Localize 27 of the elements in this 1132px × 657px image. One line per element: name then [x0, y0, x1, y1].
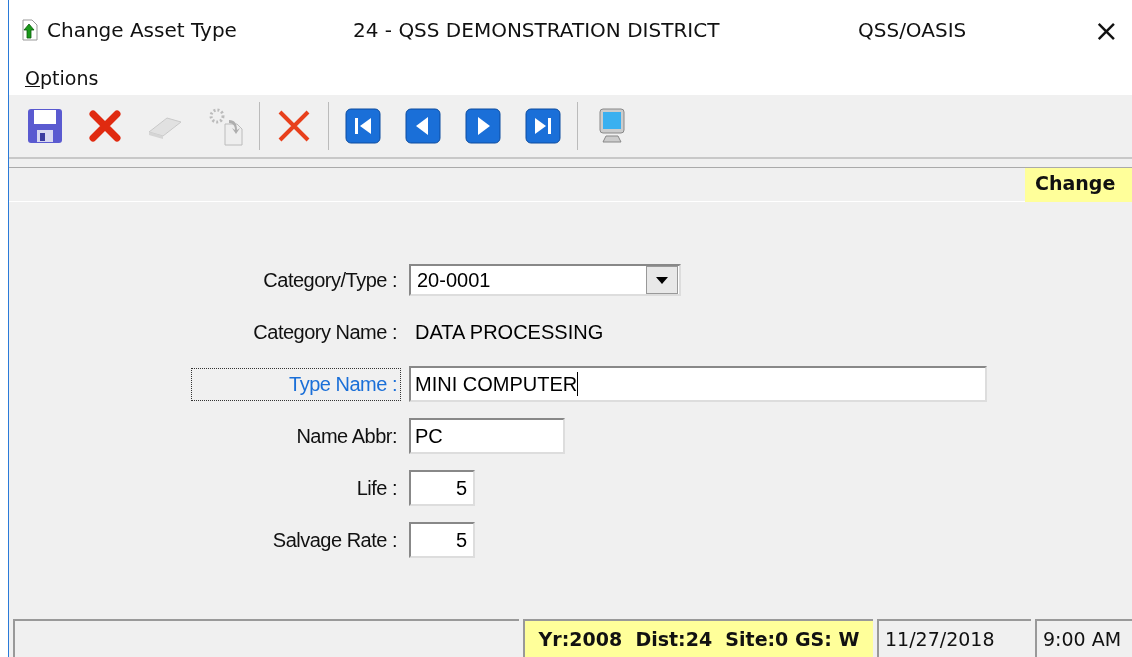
- menu-item[interactable]: Options: [9, 66, 99, 89]
- window-title: Change Asset Type: [47, 18, 238, 42]
- mode-badge: Change: [1025, 168, 1132, 202]
- field-label: Life :: [355, 475, 398, 501]
- prev-record-icon: [403, 106, 443, 146]
- caret-icon: [656, 276, 668, 284]
- category-name: DATA PROCESSING: [414, 320, 604, 344]
- field-label: Type Name :: [191, 367, 401, 401]
- status-context: Yr:2008 Dist:24 Site:0 GS: W: [523, 619, 873, 657]
- close-button[interactable]: ×: [1079, 12, 1132, 48]
- last-record-icon: [523, 106, 563, 146]
- field-label: Category/Type :: [262, 267, 398, 293]
- input-field[interactable]: 5: [409, 522, 475, 558]
- input-field[interactable]: MINI COMPUTER: [409, 366, 987, 402]
- input-field[interactable]: PC: [409, 418, 565, 454]
- system-name: QSS/OASIS: [858, 18, 968, 42]
- field-label: Salvage Rate :: [271, 527, 398, 553]
- next-record-icon: [463, 106, 503, 146]
- app-icon: [19, 18, 39, 42]
- status-date: 11/27/2018: [877, 619, 1031, 657]
- category-dropdown[interactable]: 20-0001: [409, 264, 681, 296]
- field-label: Name Abbr:: [295, 423, 398, 449]
- first-record-icon: [343, 106, 383, 146]
- input-field[interactable]: 5: [409, 470, 475, 506]
- status-time: 9:00 AM: [1035, 619, 1132, 657]
- district-name: 24 - QSS DEMONSTRATION DISTRICT: [353, 18, 721, 42]
- field-label: Category Name :: [252, 319, 398, 345]
